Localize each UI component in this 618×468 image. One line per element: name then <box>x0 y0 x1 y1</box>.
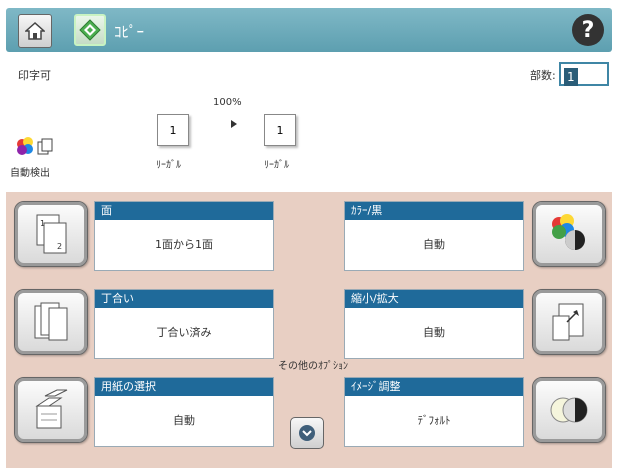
copy-start-icon <box>79 19 101 41</box>
svg-text:1: 1 <box>40 219 45 228</box>
paper-value: 自動 <box>173 414 195 427</box>
help-icon: ? <box>581 17 595 43</box>
paper-option[interactable]: 用紙の選択 自動 <box>94 377 274 447</box>
home-icon <box>25 22 45 40</box>
zoom-level: 100% <box>213 97 242 108</box>
two-sided-icon: 1 2 <box>36 214 67 254</box>
other-options-label: その他のｵﾌﾟｼｮﾝ <box>278 361 348 372</box>
color-value: 自動 <box>423 238 445 251</box>
image-value: ﾃﾞﾌｫﾙﾄ <box>417 414 451 427</box>
sides-title: 面 <box>95 202 273 220</box>
sides-option[interactable]: 面 1面から1面 <box>94 201 274 271</box>
reduce-enlarge-button[interactable] <box>532 289 606 355</box>
collate-value: 丁合い済み <box>156 326 212 339</box>
arrow-right-icon <box>231 120 237 128</box>
paper-select-button[interactable] <box>14 377 88 443</box>
collate-option[interactable]: 丁合い 丁合い済み <box>94 289 274 359</box>
copy-start-button[interactable] <box>74 14 106 46</box>
collate-title: 丁合い <box>95 290 273 308</box>
collate-button[interactable] <box>14 289 88 355</box>
output-page-number: 1 <box>276 123 284 137</box>
reduce-title: 縮小/拡大 <box>345 290 523 308</box>
original-page-number: 1 <box>169 123 177 137</box>
original-paper-icon: 1 <box>157 114 189 146</box>
chevron-down-icon <box>299 425 315 441</box>
color-option[interactable]: ｶﾗｰ/黒 自動 <box>344 201 524 271</box>
paper-select-icon <box>35 389 68 429</box>
reduce-option[interactable]: 縮小/拡大 自動 <box>344 289 524 359</box>
title-bar: ｺﾋﾟｰ ? <box>6 8 612 52</box>
image-adjust-button[interactable] <box>532 377 606 443</box>
collate-icon <box>34 302 68 341</box>
image-title: ｲﾒｰｼﾞ調整 <box>345 378 523 396</box>
color-title: ｶﾗｰ/黒 <box>345 202 523 220</box>
sides-value: 1面から1面 <box>155 238 213 251</box>
color-auto-icon <box>17 137 53 155</box>
reduce-enlarge-icon <box>552 303 584 341</box>
copies-label: 部数: <box>530 69 556 82</box>
copies-value: 1 <box>564 68 578 86</box>
color-mode-label: 自動検出 <box>10 168 50 179</box>
copies-input[interactable]: 1 <box>559 62 609 86</box>
color-black-button[interactable] <box>532 201 606 267</box>
page-title: ｺﾋﾟｰ <box>114 23 145 41</box>
image-option[interactable]: ｲﾒｰｼﾞ調整 ﾃﾞﾌｫﾙﾄ <box>344 377 524 447</box>
color-black-icon <box>552 214 585 250</box>
sides-button[interactable]: 1 2 <box>14 201 88 267</box>
original-size-label: ﾘｰｶﾞﾙ <box>156 160 181 171</box>
status-text: 印字可 <box>18 69 51 82</box>
output-size-label: ﾘｰｶﾞﾙ <box>264 160 289 171</box>
image-adjust-icon <box>550 397 588 423</box>
paper-title: 用紙の選択 <box>95 378 273 396</box>
copy-screen: ｺﾋﾟｰ ? 印字可 部数: 1 100% 1 1 ﾘｰｶﾞﾙ ﾘｰｶﾞﾙ 自動… <box>0 0 618 468</box>
help-button[interactable]: ? <box>572 14 604 46</box>
output-paper-icon: 1 <box>264 114 296 146</box>
home-button[interactable] <box>18 14 52 48</box>
svg-text:2: 2 <box>57 242 62 251</box>
reduce-value: 自動 <box>423 326 445 339</box>
more-options-button[interactable] <box>290 417 324 449</box>
